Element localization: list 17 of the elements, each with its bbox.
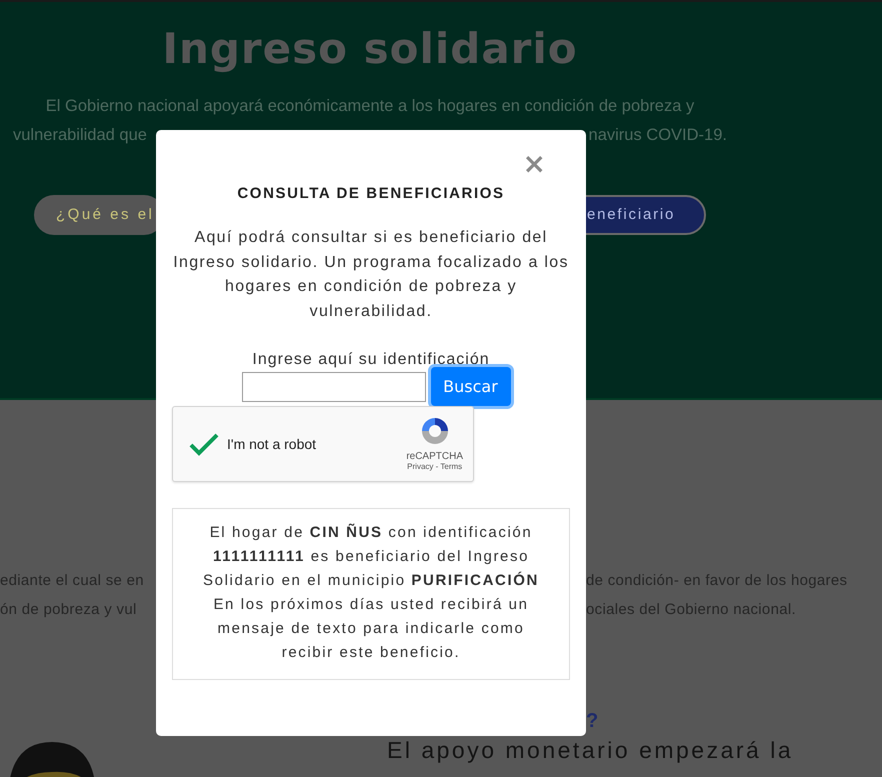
- modal-title: CONSULTA DE BENEFICIARIOS: [237, 185, 505, 202]
- heading-text: ?: [586, 710, 598, 732]
- field-label: Ingrese aquí su identificación: [252, 351, 490, 369]
- captcha-brand: reCAPTCHA: [406, 451, 463, 462]
- result-text: En los próximos días usted recibirá un mensaje de texto para indicarle como recibir este beneficio.: [212, 595, 530, 663]
- close-button[interactable]: ×: [522, 150, 570, 178]
- intro-text: El Gobierno nacional apoyará económicamente a los hogares en condición de pobreza y: [44, 97, 696, 116]
- search-button[interactable]: Buscar: [430, 367, 510, 406]
- lead-text: El apoyo monetario empezará la: [387, 737, 794, 764]
- result-text: El hogar de CIN ÑUS con identificación 1111111111 es beneficiario del Ingreso Solidario en el municipio PURIFICACIÓN: [202, 522, 540, 591]
- check-icon[interactable]: [189, 432, 219, 456]
- captcha-links[interactable]: Privacy - Terms: [407, 462, 462, 471]
- intro-text: navirus COVID-19.: [588, 126, 727, 145]
- intro-text: vulnerabilidad que: [13, 126, 147, 145]
- captcha-label: I'm not a robot: [227, 436, 316, 452]
- page-title: Ingreso solidario: [161, 23, 579, 73]
- id-input-field[interactable]: [242, 372, 426, 402]
